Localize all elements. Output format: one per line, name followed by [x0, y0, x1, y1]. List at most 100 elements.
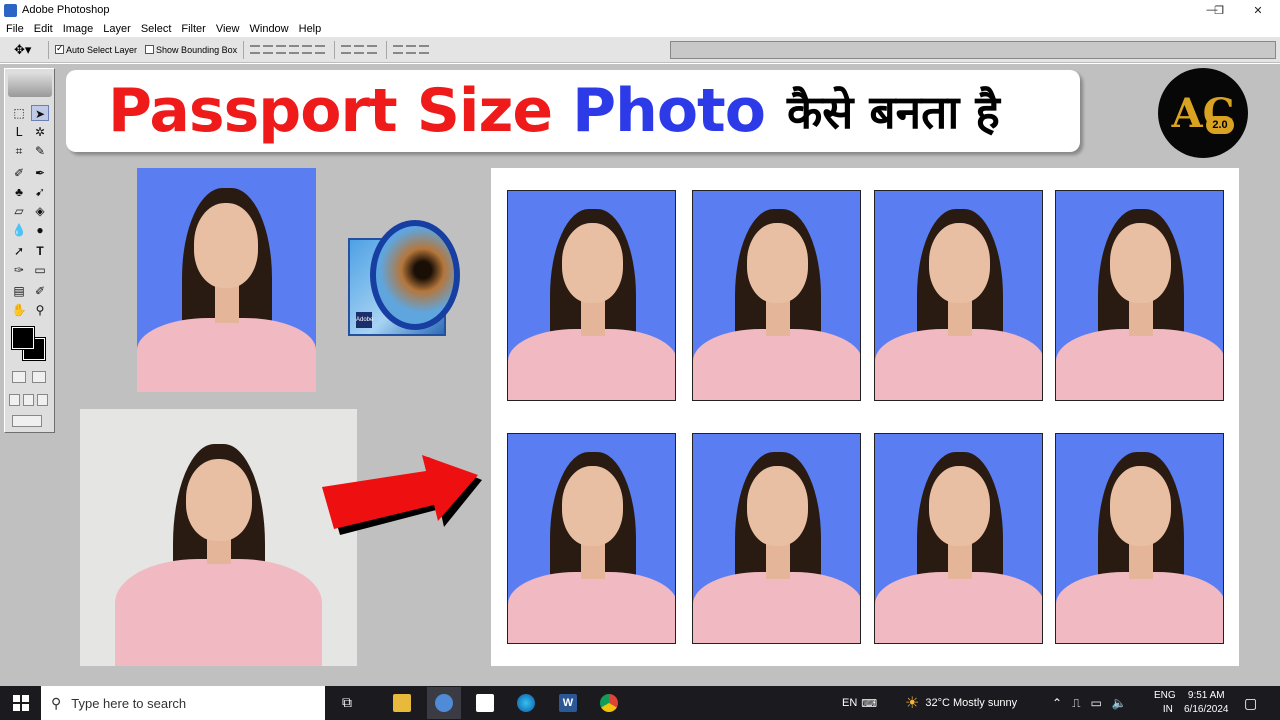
- maximize-button[interactable]: ❐: [1200, 0, 1238, 20]
- banner-word-photo: Photo: [572, 76, 766, 146]
- passport-photo-sheet: [491, 168, 1239, 666]
- battery-icon[interactable]: ▭: [1090, 696, 1101, 710]
- photoshop-taskbar-button[interactable]: [427, 687, 461, 719]
- move-tool-icon[interactable]: ➤: [31, 105, 49, 121]
- photoshop-logo-icon: Adobe: [348, 220, 460, 336]
- edge-icon[interactable]: [517, 694, 535, 712]
- align-middle-icon[interactable]: [263, 45, 274, 54]
- network-icon[interactable]: ⎍: [1072, 696, 1080, 711]
- distribute-left-icon[interactable]: [393, 45, 404, 54]
- paint-bucket-icon[interactable]: ◈: [31, 203, 49, 219]
- magic-wand-icon[interactable]: ✲: [31, 124, 49, 140]
- brush-icon[interactable]: ✒: [31, 165, 49, 181]
- menu-file[interactable]: File: [6, 23, 24, 35]
- distribute-top-icon[interactable]: [341, 45, 352, 54]
- screen-mode-2-button[interactable]: [23, 394, 34, 406]
- divider: [243, 40, 245, 59]
- align-top-icon[interactable]: [250, 45, 261, 54]
- passport-photo-preview: [137, 168, 316, 392]
- original-photo: [80, 409, 357, 666]
- palette-well[interactable]: [670, 41, 1276, 59]
- ime-top-text: ENG: [1154, 690, 1176, 701]
- passport-photo-tile: [874, 190, 1043, 401]
- clock[interactable]: 9:51 AM 6/16/2024: [1184, 686, 1229, 720]
- move-tool-preset-icon[interactable]: ✥▾: [14, 42, 42, 58]
- hand-icon[interactable]: ✋: [10, 302, 28, 318]
- text-tool-icon[interactable]: T: [31, 243, 49, 259]
- blur-icon[interactable]: 💧: [10, 222, 28, 238]
- menu-filter[interactable]: Filter: [181, 23, 205, 35]
- photoshop-icon: [435, 694, 453, 712]
- lasso-icon[interactable]: ᒪ: [10, 124, 28, 140]
- screen-mode-1-button[interactable]: [9, 394, 20, 406]
- menu-edit[interactable]: Edit: [34, 23, 53, 35]
- pen-icon[interactable]: ✑: [10, 262, 28, 278]
- align-right-icon[interactable]: [315, 45, 326, 54]
- jump-to-imageready-button[interactable]: [12, 415, 42, 427]
- task-view-icon[interactable]: ⧉: [338, 694, 356, 712]
- app-title: Adobe Photoshop: [22, 4, 110, 16]
- ime-indicator[interactable]: ENG IN: [1154, 686, 1176, 720]
- tray-icons: ⌃ ⎍ ▭ 🔈: [1052, 686, 1127, 720]
- screen-mode-3-button[interactable]: [37, 394, 48, 406]
- keyboard-icon: ⌨: [861, 697, 878, 710]
- distribute-right-icon[interactable]: [419, 45, 430, 54]
- mail-icon[interactable]: [476, 694, 494, 712]
- banner-hindi-text: कैसे बनता है: [786, 85, 1000, 139]
- notes-icon[interactable]: ▤: [10, 283, 28, 299]
- menu-view[interactable]: View: [216, 23, 240, 35]
- tray-weather[interactable]: ☀ 32°C Mostly sunny: [905, 686, 1017, 720]
- passport-photo-tile: [692, 190, 861, 401]
- search-placeholder: Type here to search: [71, 695, 187, 711]
- bounding-box-checkbox[interactable]: [145, 45, 155, 54]
- auto-select-checkbox[interactable]: [55, 43, 64, 54]
- chrome-icon[interactable]: [600, 694, 618, 712]
- menu-select[interactable]: Select: [141, 23, 172, 35]
- align-bottom-icon[interactable]: [276, 45, 287, 54]
- banner-word-passport: Passport: [108, 76, 398, 146]
- healing-brush-icon[interactable]: ✐: [10, 165, 28, 181]
- distribute-middle-icon[interactable]: [354, 45, 365, 54]
- eyedropper-icon[interactable]: ✐: [31, 283, 49, 299]
- align-left-icon[interactable]: [289, 45, 300, 54]
- history-brush-icon[interactable]: ➹: [31, 184, 49, 200]
- marquee-icon[interactable]: ⬚: [10, 105, 28, 121]
- divider: [386, 40, 388, 59]
- taskbar: ⚲ Type here to search ⧉ W EN ⌨ ☀ 32°C Mo…: [0, 686, 1280, 720]
- title-banner: Passport Size Photo कैसे बनता है: [66, 70, 1080, 152]
- path-select-icon[interactable]: ➚: [10, 243, 28, 259]
- file-explorer-icon[interactable]: [393, 694, 411, 712]
- slice-icon[interactable]: ✎: [31, 143, 49, 159]
- tray-language[interactable]: EN ⌨: [842, 686, 877, 720]
- distribute-hcenter-icon[interactable]: [406, 45, 417, 54]
- align-center-icon[interactable]: [302, 45, 313, 54]
- menu-window[interactable]: Window: [250, 23, 289, 35]
- menu-image[interactable]: Image: [63, 23, 94, 35]
- toolbox: ⬚ ➤ ᒪ ✲ ⌗ ✎ ✐ ✒ ♣ ➹ ▱ ◈ 💧 ● ➚ T ✑ ▭ ▤ ✐ …: [4, 68, 55, 433]
- clone-stamp-icon[interactable]: ♣: [10, 184, 28, 200]
- close-button[interactable]: ✕: [1240, 0, 1276, 20]
- word-icon[interactable]: W: [559, 694, 577, 712]
- menu-layer[interactable]: Layer: [103, 23, 131, 35]
- windows-start-icon[interactable]: [12, 694, 30, 712]
- title-bar: Adobe Photoshop — ❐ ✕: [0, 0, 1280, 20]
- foreground-color-swatch[interactable]: [11, 326, 35, 350]
- search-icon: ⚲: [51, 694, 62, 711]
- passport-photo-tile: [1055, 190, 1224, 401]
- notification-icon[interactable]: ▢: [1244, 686, 1257, 720]
- photoshop-app-icon: [4, 3, 17, 17]
- shape-icon[interactable]: ▭: [31, 262, 49, 278]
- menu-help[interactable]: Help: [299, 23, 322, 35]
- dodge-icon[interactable]: ●: [31, 222, 49, 238]
- crop-icon[interactable]: ⌗: [10, 143, 28, 159]
- photoshop-eye-icon[interactable]: [8, 73, 52, 97]
- chevron-up-icon[interactable]: ⌃: [1052, 696, 1062, 710]
- bounding-box-label: Show Bounding Box: [156, 44, 238, 55]
- quick-mask-button[interactable]: [32, 371, 46, 383]
- volume-icon[interactable]: 🔈: [1112, 696, 1127, 710]
- eraser-icon[interactable]: ▱: [10, 203, 28, 219]
- zoom-icon[interactable]: ⚲: [31, 302, 49, 318]
- standard-mode-button[interactable]: [12, 371, 26, 383]
- distribute-bottom-icon[interactable]: [367, 45, 378, 54]
- taskbar-search-box[interactable]: ⚲ Type here to search: [41, 686, 325, 720]
